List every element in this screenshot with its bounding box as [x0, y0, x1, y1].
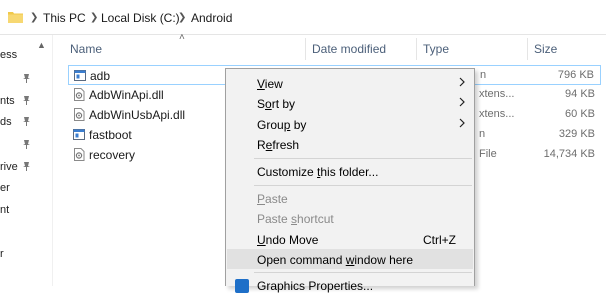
column-divider[interactable]: [305, 38, 306, 60]
menu-item-group-by[interactable]: Group by: [227, 114, 473, 134]
menu-item-label: Refresh: [257, 138, 299, 152]
paste-label-key: P: [257, 192, 266, 206]
breadcrumb-local-disk[interactable]: Local Disk (C:): [101, 11, 180, 25]
menu-item-customize-folder[interactable]: Customize this folder...: [227, 161, 473, 181]
view-label-key: V: [257, 77, 265, 91]
menu-item-graphics-properties[interactable]: Graphics Properties...: [227, 275, 473, 295]
nav-item[interactable]: nt: [0, 204, 9, 216]
column-header-date-modified[interactable]: Date modified: [312, 42, 386, 56]
menu-separator: [254, 272, 472, 273]
undo-label-key: U: [257, 233, 266, 247]
sort-label-pre: S: [257, 97, 266, 111]
application-icon: [73, 129, 85, 140]
sort-label-key: o: [265, 97, 272, 111]
file-type: n: [479, 128, 486, 140]
submenu-arrow-icon: [459, 118, 465, 128]
menu-item-paste[interactable]: Paste: [227, 188, 473, 208]
file-size: 329 KB: [558, 128, 595, 140]
file-size: 60 KB: [565, 108, 595, 120]
file-type: File: [479, 148, 497, 160]
context-menu: View Sort by Group by Refresh Customize …: [225, 68, 475, 293]
menu-item-label: Paste: [257, 192, 288, 206]
paste-label-post: aste: [265, 192, 288, 206]
paste-shortcut-label-post: hortcut: [297, 212, 334, 226]
pin-icon[interactable]: [22, 116, 31, 127]
customize-label-pre: Customize: [257, 165, 318, 179]
nav-item[interactable]: ess: [0, 49, 17, 61]
group-label-pre: Grou: [257, 118, 284, 132]
refresh-label-pre: R: [257, 138, 266, 152]
breadcrumb-android[interactable]: Android: [191, 11, 232, 25]
menu-item-open-command-window[interactable]: Open command window here: [227, 249, 473, 269]
customize-label-post: his folder...: [320, 165, 379, 179]
graphics-icon: [235, 279, 249, 293]
nav-item[interactable]: rive: [0, 161, 18, 173]
menu-item-label: Sort by: [257, 97, 295, 111]
submenu-arrow-icon: [459, 97, 465, 107]
nav-item[interactable]: er: [0, 182, 10, 194]
file-type: n: [480, 69, 487, 81]
menu-item-label: View: [257, 77, 283, 91]
column-header-size[interactable]: Size: [534, 42, 557, 56]
menu-item-sort-by[interactable]: Sort by: [227, 93, 473, 113]
column-header-type[interactable]: Type: [423, 42, 449, 56]
nav-item[interactable]: nts: [0, 95, 15, 107]
pin-icon[interactable]: [22, 161, 31, 172]
file-name: AdbWinUsbApi.dll: [89, 108, 186, 122]
dll-gear-icon: [74, 108, 85, 121]
submenu-arrow-icon: [459, 77, 465, 87]
open-cmd-label-pre: Open command: [257, 253, 346, 267]
file-type: xtens...: [479, 108, 515, 120]
menu-item-label: Open command window here: [257, 253, 413, 267]
file-size: 796 KB: [557, 69, 594, 81]
application-icon: [74, 70, 86, 81]
file-type: xtens...: [479, 88, 515, 100]
open-cmd-label-post: indow here: [354, 253, 414, 267]
file-name: recovery: [89, 148, 136, 162]
paste-shortcut-label-pre: Paste: [257, 212, 292, 226]
view-label-post: iew: [264, 77, 283, 91]
navigation-pane[interactable]: ▲ ess nts ds rive er nt r: [0, 35, 53, 286]
menu-item-undo-move[interactable]: Undo Move Ctrl+Z: [227, 229, 473, 249]
file-size: 94 KB: [565, 88, 595, 100]
scroll-up-arrow-icon[interactable]: ▲: [37, 40, 46, 50]
file-name: AdbWinApi.dll: [89, 88, 164, 102]
sort-ascending-icon: ˄: [179, 32, 185, 43]
address-bar[interactable]: ❯ This PC ❯ Local Disk (C:) ❯ Android: [0, 0, 606, 35]
file-name: adb: [90, 69, 111, 83]
group-label-post: by: [290, 118, 307, 132]
menu-item-paste-shortcut[interactable]: Paste shortcut: [227, 208, 473, 228]
column-divider[interactable]: [527, 38, 528, 60]
menu-separator: [254, 158, 472, 159]
column-divider[interactable]: [416, 38, 417, 60]
sort-label-post: rt by: [271, 97, 296, 111]
menu-item-label: Undo Move: [257, 233, 318, 247]
breadcrumb-chevron-icon[interactable]: ❯: [30, 12, 38, 23]
nav-item[interactable]: r: [0, 248, 4, 260]
undo-shortcut: Ctrl+Z: [423, 233, 456, 247]
menu-item-view[interactable]: View: [227, 73, 473, 93]
pin-icon[interactable]: [22, 73, 31, 84]
file-size: 14,734 KB: [543, 148, 595, 160]
menu-item-label: Paste shortcut: [257, 212, 334, 226]
file-gear-icon: [74, 148, 85, 161]
undo-label-post: ndo Move: [265, 233, 319, 247]
breadcrumb-this-pc[interactable]: This PC: [43, 11, 86, 25]
menu-item-label: Group by: [257, 118, 306, 132]
menu-item-refresh[interactable]: Refresh: [227, 134, 473, 154]
menu-separator: [254, 185, 472, 186]
breadcrumb-chevron-icon[interactable]: ❯: [178, 12, 186, 23]
menu-item-label: Customize this folder...: [257, 165, 378, 179]
folder-icon: [8, 12, 23, 23]
column-header-name[interactable]: Name: [70, 42, 102, 56]
file-name: fastboot: [89, 128, 132, 142]
refresh-label-post: fresh: [272, 138, 300, 152]
pin-icon[interactable]: [22, 95, 31, 106]
breadcrumb-chevron-icon[interactable]: ❯: [90, 12, 98, 23]
pin-icon[interactable]: [22, 139, 31, 150]
dll-gear-icon: [74, 88, 85, 101]
menu-item-label: Graphics Properties...: [257, 279, 374, 293]
nav-item[interactable]: ds: [0, 116, 12, 128]
